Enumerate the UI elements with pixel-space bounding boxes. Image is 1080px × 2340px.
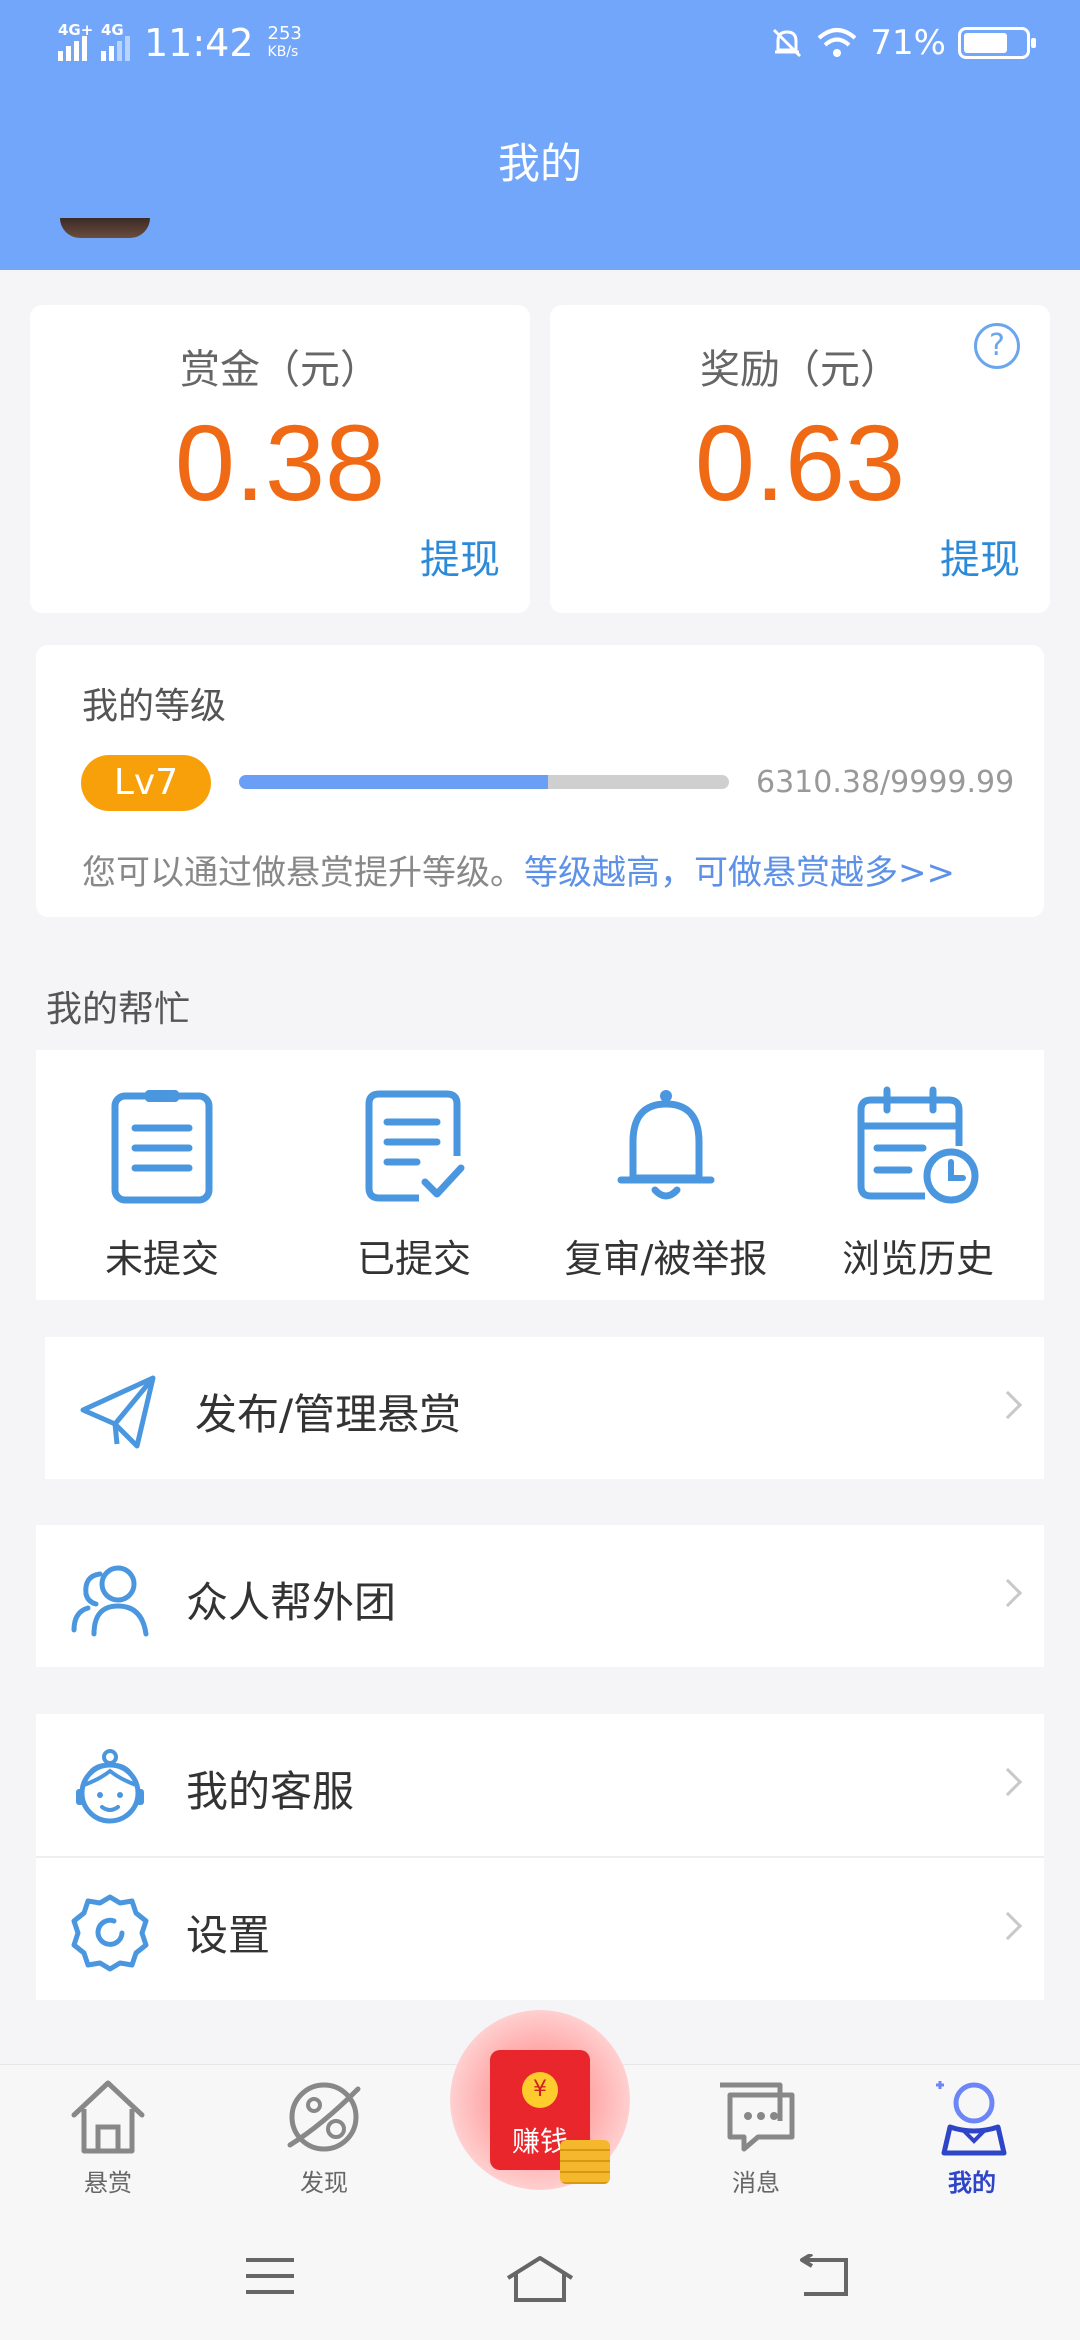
tab-mine-label: 我的 xyxy=(948,2169,996,2197)
tab-messages-label: 消息 xyxy=(732,2169,780,2197)
reward-label: 奖励（元） xyxy=(700,347,900,393)
bell-icon xyxy=(617,1090,715,1200)
gear-icon xyxy=(71,1894,149,1972)
people-icon xyxy=(71,1565,149,1637)
document-check-icon xyxy=(365,1090,465,1202)
tab-mine[interactable]: 我的 xyxy=(902,2075,1042,2198)
menu-team-label: 众人帮外团 xyxy=(186,1578,397,1627)
clipboard-icon xyxy=(111,1090,213,1204)
reward-withdraw-button[interactable]: 提现 xyxy=(940,527,1020,585)
chevron-right-icon xyxy=(993,1911,1023,1941)
signal-icon: 4G+ xyxy=(58,21,93,61)
level-tip-link[interactable]: 等级越高，可做悬赏越多>> xyxy=(524,853,955,893)
chat-icon xyxy=(720,2082,795,2152)
menu-icon[interactable] xyxy=(242,2254,298,2298)
helps-review-label: 复审/被举报 xyxy=(564,1237,768,1281)
chevron-right-icon xyxy=(993,1767,1023,1797)
back-icon[interactable] xyxy=(794,2254,852,2298)
home-nav-icon[interactable] xyxy=(504,2254,576,2304)
level-progress-bar xyxy=(239,775,729,789)
level-badge: Lv7 xyxy=(81,755,211,811)
chevron-right-icon xyxy=(993,1578,1023,1608)
speed-value: 253 xyxy=(267,23,302,44)
coin-stack-icon xyxy=(560,2140,610,2184)
header: 4G+ 4G 11:42 253 KB/s 71% 我的 xyxy=(0,0,1080,270)
home-icon xyxy=(71,2080,145,2154)
menu-publish[interactable]: 发布/管理悬赏 xyxy=(45,1337,1044,1479)
speed-unit: KB/s xyxy=(267,44,299,60)
tab-messages[interactable]: 消息 xyxy=(686,2075,826,2198)
battery-percent: 71% xyxy=(870,23,946,63)
paper-plane-icon xyxy=(80,1375,156,1449)
tab-bounty-label: 悬赏 xyxy=(84,2169,132,2197)
earn-money-button[interactable]: ¥ 赚钱 xyxy=(450,2010,630,2190)
level-tip: 您可以通过做悬赏提升等级。等级越高，可做悬赏越多>> xyxy=(82,845,955,894)
level-progress-text: 6310.38/9999.99 xyxy=(756,765,1015,800)
bounty-withdraw-button[interactable]: 提现 xyxy=(420,527,500,585)
reward-card: ? 奖励（元） 0.63 提现 xyxy=(550,305,1050,613)
user-icon xyxy=(936,2081,1007,2156)
calendar-clock-icon xyxy=(857,1086,979,1204)
level-card: 我的等级 Lv7 6310.38/9999.99 您可以通过做悬赏提升等级。等级… xyxy=(36,645,1044,917)
level-tip-text: 您可以通过做悬赏提升等级。 xyxy=(82,853,524,893)
helps-submitted[interactable]: 已提交 xyxy=(288,1050,540,1300)
tab-discover[interactable]: 发现 xyxy=(254,2075,394,2198)
helps-title: 我的帮忙 xyxy=(46,989,191,1030)
network-type-label: 4G+ xyxy=(58,21,94,39)
clock: 11:42 xyxy=(144,21,254,65)
avatar[interactable] xyxy=(60,218,150,238)
helps-history-label: 浏览历史 xyxy=(841,1237,994,1281)
bounty-card: 赏金（元） 0.38 提现 xyxy=(30,305,530,613)
network-speed: 253 KB/s xyxy=(268,25,302,61)
battery-icon xyxy=(958,27,1036,59)
helps-grid: 未提交 已提交 复审/被举报 浏览历史 xyxy=(36,1050,1044,1300)
bounty-label: 赏金（元） xyxy=(180,347,380,393)
mute-bell-icon xyxy=(773,28,802,58)
menu-settings[interactable]: 设置 xyxy=(36,1858,1044,2000)
system-nav-bar xyxy=(0,2214,1080,2340)
helps-unsubmitted[interactable]: 未提交 xyxy=(36,1050,288,1300)
reward-amount: 0.63 xyxy=(694,402,906,523)
network-type-label-2: 4G xyxy=(101,21,124,39)
status-bar: 4G+ 4G 11:42 253 KB/s 71% xyxy=(58,18,1036,68)
level-title: 我的等级 xyxy=(82,686,227,727)
helps-submitted-label: 已提交 xyxy=(356,1237,471,1281)
menu-team[interactable]: 众人帮外团 xyxy=(36,1525,1044,1667)
signal-icon-2: 4G xyxy=(101,21,130,61)
bounty-amount: 0.38 xyxy=(174,402,386,523)
tab-discover-label: 发现 xyxy=(300,2169,348,2197)
menu-service[interactable]: 我的客服 xyxy=(36,1714,1044,1856)
tab-bounty[interactable]: 悬赏 xyxy=(38,2075,178,2198)
customer-service-icon xyxy=(76,1749,144,1824)
menu-publish-label: 发布/管理悬赏 xyxy=(195,1390,462,1439)
planet-icon xyxy=(287,2082,361,2152)
coin-icon: ¥ xyxy=(522,2072,558,2108)
helps-review-reported[interactable]: 复审/被举报 xyxy=(540,1050,792,1300)
chevron-right-icon xyxy=(993,1390,1023,1420)
menu-service-label: 我的客服 xyxy=(186,1767,355,1816)
helps-unsubmitted-label: 未提交 xyxy=(104,1237,219,1281)
page-title: 我的 xyxy=(497,139,582,188)
menu-settings-label: 设置 xyxy=(186,1911,271,1960)
wifi-icon xyxy=(818,28,857,57)
helps-history[interactable]: 浏览历史 xyxy=(792,1050,1044,1300)
